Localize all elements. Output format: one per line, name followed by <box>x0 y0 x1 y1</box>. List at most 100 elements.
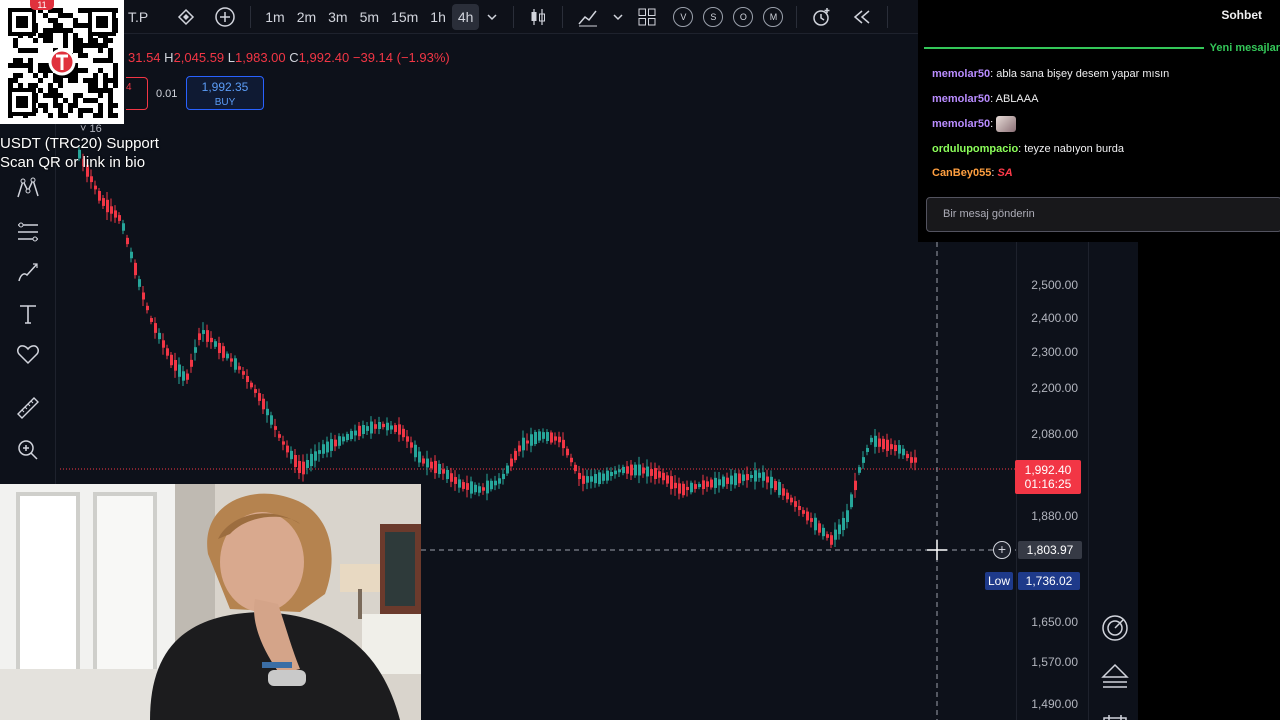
zoom-in-icon[interactable] <box>12 434 44 466</box>
toolbar-divider <box>796 5 798 28</box>
chat-username[interactable]: ordulupompacio <box>932 143 1018 155</box>
candle-body <box>750 474 753 479</box>
candle-body <box>406 436 409 442</box>
chat-text: abla sana bişey desem yapar mısın <box>996 68 1170 80</box>
candle-body <box>398 424 401 435</box>
qr-module <box>28 58 33 63</box>
candle-body <box>722 476 725 487</box>
timeframe-4h[interactable]: 4h <box>451 3 480 30</box>
candle-body <box>874 435 877 447</box>
chat-username[interactable]: memolar50 <box>932 118 990 130</box>
qr-module <box>28 68 33 73</box>
circle-button-s[interactable]: S <box>703 6 724 27</box>
fib-tool-icon[interactable] <box>12 216 44 248</box>
candle-body <box>902 448 905 456</box>
timeframe-15m[interactable]: 15m <box>385 4 424 30</box>
chat-username[interactable]: CanBey055 <box>932 167 991 179</box>
chat-input[interactable]: Bir mesaj gönderin <box>926 197 1280 232</box>
sell-button[interactable]: 4 <box>126 77 148 110</box>
pattern-tool-icon[interactable] <box>12 172 44 204</box>
candle-body <box>650 469 653 476</box>
qr-module <box>43 93 48 98</box>
candle-body <box>114 210 117 218</box>
candle-body <box>742 474 745 481</box>
text-tool-icon[interactable] <box>12 298 44 330</box>
symbol-search-icon[interactable] <box>170 4 202 30</box>
ohlc-high-key: H <box>164 50 174 65</box>
buy-button[interactable]: 1,992.35 BUY <box>186 76 264 110</box>
qr-module <box>73 73 78 78</box>
indicators-icon[interactable] <box>571 4 605 30</box>
new-messages-divider: Yeni mesajlar <box>924 40 1280 56</box>
candle-body <box>906 453 909 459</box>
qr-module <box>96 16 108 28</box>
low-tag: Low <box>985 572 1013 590</box>
add-symbol-icon[interactable] <box>208 4 242 30</box>
add-alert-plus-icon[interactable]: + <box>993 541 1011 559</box>
qr-module <box>93 88 98 93</box>
qr-module <box>73 18 78 23</box>
target-icon[interactable] <box>1099 612 1131 644</box>
ruler-icon[interactable] <box>12 392 44 424</box>
candle-body <box>494 480 497 486</box>
chat-username[interactable]: memolar50 <box>932 93 990 105</box>
qr-module <box>83 98 88 103</box>
qr-module <box>113 78 118 83</box>
candle-body <box>482 487 485 491</box>
qr-module <box>23 63 28 68</box>
candle-body <box>534 431 537 445</box>
candle-body <box>674 482 677 489</box>
qr-module <box>28 48 33 53</box>
qr-module <box>108 93 113 98</box>
chat-username[interactable]: memolar50 <box>932 68 990 80</box>
timeframe-3m[interactable]: 3m <box>322 4 353 30</box>
candle-body <box>394 425 397 432</box>
candle-body <box>550 432 553 443</box>
candle-body <box>298 460 301 474</box>
qr-module <box>38 78 43 83</box>
qr-module <box>53 93 58 98</box>
candle-body <box>562 439 565 449</box>
qr-module <box>108 113 113 118</box>
replay-icon[interactable] <box>845 4 879 30</box>
symbol-button[interactable]: T.P <box>124 4 154 30</box>
timeframe-2m[interactable]: 2m <box>291 4 322 30</box>
brush-tool-icon[interactable] <box>12 256 44 288</box>
qr-module <box>108 88 113 93</box>
qr-module <box>103 78 108 83</box>
candle-body <box>130 251 133 259</box>
candle-body <box>510 458 513 467</box>
layout-grid-icon[interactable] <box>631 4 663 30</box>
chevron-down-icon[interactable] <box>605 4 631 30</box>
circle-button-v[interactable]: V <box>673 6 694 27</box>
layers-icon[interactable] <box>1099 660 1131 692</box>
candles-icon[interactable] <box>522 4 554 30</box>
timeframe-5m[interactable]: 5m <box>354 4 385 30</box>
qr-module <box>28 83 33 88</box>
candle-body <box>826 534 829 538</box>
alert-clock-icon[interactable] <box>805 4 839 30</box>
qr-module <box>113 68 118 73</box>
qr-module <box>16 96 28 108</box>
circle-button-o[interactable]: O <box>733 6 754 27</box>
chevron-down-icon[interactable] <box>479 4 505 30</box>
circle-button-m[interactable]: M <box>763 6 784 27</box>
timeframe-1m[interactable]: 1m <box>259 4 290 30</box>
buy-price: 1,992.35 <box>201 80 249 94</box>
qr-module <box>13 78 18 83</box>
candle-body <box>846 510 849 523</box>
candle-body <box>150 318 153 322</box>
favorites-heart-icon[interactable] <box>12 338 44 370</box>
calendar-icon[interactable] <box>1099 704 1131 720</box>
qr-module <box>18 73 23 78</box>
timeframe-1h[interactable]: 1h <box>424 4 452 30</box>
candle-body <box>774 481 777 490</box>
candle-body <box>198 333 201 340</box>
candle-body <box>794 501 797 507</box>
candle-body <box>270 415 273 425</box>
qr-module <box>58 113 63 118</box>
candle-body <box>466 483 469 490</box>
candle-body <box>178 364 181 377</box>
candle-body <box>658 471 661 478</box>
lot-size[interactable]: 0.01 <box>156 88 177 100</box>
